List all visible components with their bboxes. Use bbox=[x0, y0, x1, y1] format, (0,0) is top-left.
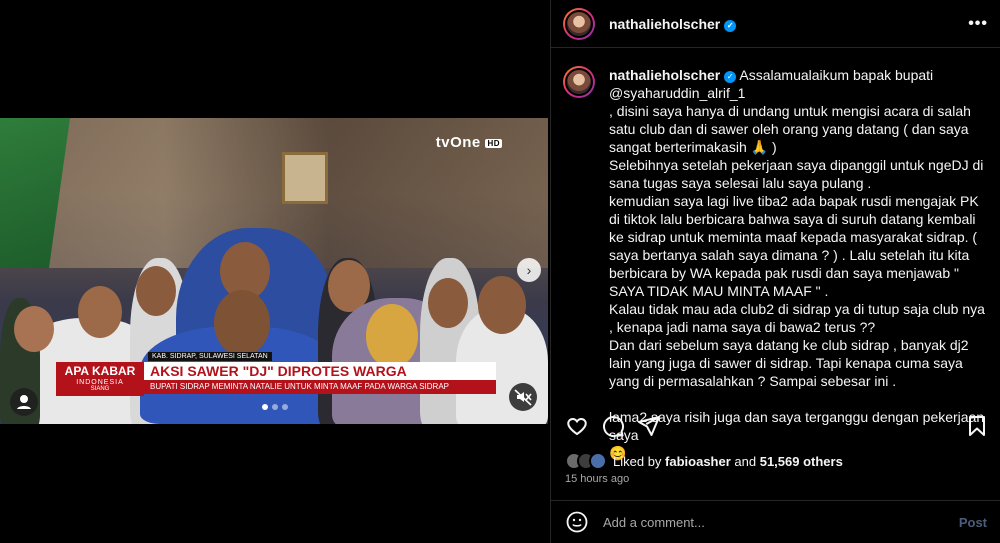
video-person-head bbox=[136, 266, 176, 316]
post-header: nathalieholscher ✓ ••• bbox=[551, 0, 1000, 48]
video-person-head bbox=[78, 286, 122, 338]
video-person-head bbox=[428, 278, 468, 328]
post-actions bbox=[563, 412, 989, 442]
carousel-dot bbox=[262, 404, 268, 410]
video-person-head bbox=[214, 290, 270, 356]
comment-bar: Add a comment... Post bbox=[551, 500, 1000, 543]
comment-icon[interactable] bbox=[601, 414, 625, 438]
mute-button[interactable] bbox=[509, 383, 537, 411]
video-wall-portrait bbox=[282, 152, 328, 204]
more-options-icon[interactable]: ••• bbox=[968, 15, 988, 33]
caption-text: Assalamualaikum bapak bupati @syaharuddi… bbox=[609, 67, 985, 461]
likes-summary: Liked by fabioasher and 51,569 others bbox=[565, 452, 843, 470]
comment-input[interactable]: Add a comment... bbox=[603, 515, 959, 530]
post-comment-button[interactable]: Post bbox=[959, 515, 987, 530]
verified-badge-icon: ✓ bbox=[724, 71, 737, 83]
verified-badge-icon: ✓ bbox=[724, 19, 737, 32]
tagged-user-button[interactable] bbox=[10, 388, 38, 416]
heart-icon[interactable] bbox=[565, 414, 589, 438]
carousel-dots bbox=[262, 404, 288, 410]
speaker-muted-icon bbox=[514, 389, 532, 406]
liker-username[interactable]: fabioasher bbox=[665, 454, 731, 469]
video-person-head bbox=[14, 306, 54, 352]
bookmark-icon[interactable] bbox=[965, 414, 989, 438]
channel-logo: tvOne HD bbox=[435, 134, 502, 151]
video-person-head bbox=[478, 276, 526, 334]
carousel-dot bbox=[282, 404, 288, 410]
post-side-panel: nathalieholscher ✓ ••• nathalieholscher ✓ … bbox=[550, 0, 1000, 543]
post-caption: nathalieholscher ✓ Assalamualaikum bapak … bbox=[563, 66, 993, 461]
post-timestamp[interactable]: 15 hours ago bbox=[565, 473, 629, 485]
news-headline: AKSI SAWER "DJ" DIPROTES WARGA bbox=[144, 362, 496, 380]
avatar[interactable] bbox=[563, 7, 595, 40]
share-icon[interactable] bbox=[637, 414, 661, 438]
liker-avatar bbox=[589, 452, 607, 470]
emoji-icon[interactable] bbox=[565, 510, 589, 534]
news-lower-third: APA KABAR INDONESIA SIANG KAB. SIDRAP, S… bbox=[56, 352, 496, 396]
likes-count[interactable]: 51,569 others bbox=[760, 454, 843, 469]
carousel-dot bbox=[272, 404, 278, 410]
caption-username[interactable]: nathalieholscher bbox=[609, 67, 720, 83]
news-location: KAB. SIDRAP, SULAWESI SELATAN bbox=[148, 352, 272, 361]
caption-avatar[interactable] bbox=[563, 66, 595, 98]
likes-text: Liked by fabioasher and 51,569 others bbox=[613, 453, 843, 469]
show-logo: APA KABAR INDONESIA SIANG bbox=[56, 362, 144, 396]
header-username[interactable]: nathalieholscher ✓ bbox=[609, 16, 737, 32]
video-player[interactable]: tvOne HD APA KABAR INDONESIA SIANG KAB. … bbox=[0, 118, 548, 424]
caption-body: nathalieholscher ✓ Assalamualaikum bapak … bbox=[609, 66, 989, 461]
news-subheadline: BUPATI SIDRAP MEMINTA NATALIE UNTUK MINT… bbox=[144, 380, 496, 394]
chevron-right-icon[interactable]: › bbox=[517, 258, 541, 282]
user-icon bbox=[17, 395, 31, 409]
post-media: tvOne HD APA KABAR INDONESIA SIANG KAB. … bbox=[0, 0, 550, 543]
